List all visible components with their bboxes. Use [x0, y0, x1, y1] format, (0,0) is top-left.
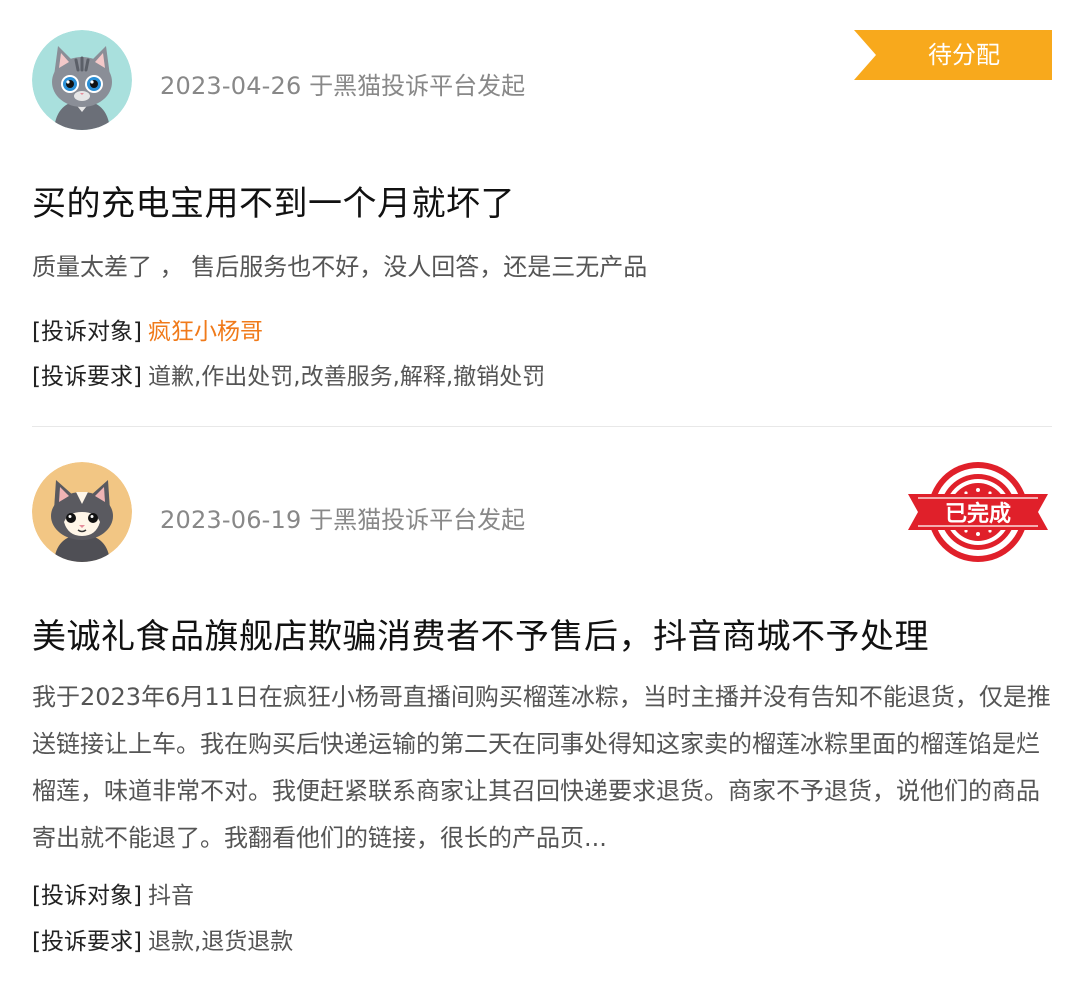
- complaint-description: 我于2023年6月11日在疯狂小杨哥直播间购买榴莲冰粽，当时主播并没有告知不能退…: [32, 683, 1051, 852]
- complaint-source: 于黑猫投诉平台发起: [309, 72, 526, 100]
- card-divider: [32, 426, 1052, 427]
- complaint-title[interactable]: 买的充电宝用不到一个月就坏了: [32, 176, 515, 225]
- complaint-target: [投诉对象] 疯狂小杨哥: [32, 312, 263, 346]
- complaint-card[interactable]: 2023-06-19 于黑猫投诉平台发起 已完成 美诚礼食品旗舰店欺骗消费者不予…: [0, 428, 1080, 982]
- gray-cat-avatar-icon: [32, 30, 132, 130]
- complaint-target-value: 抖音: [147, 883, 194, 909]
- complaint-date: 2023-06-19: [160, 506, 302, 534]
- complaint-demand: [投诉要求] 退款,退货退款: [32, 922, 293, 956]
- user-avatar: [32, 462, 132, 562]
- complaint-target-label: [投诉对象]: [32, 883, 142, 909]
- complaint-source: 于黑猫投诉平台发起: [309, 506, 526, 534]
- status-label: 已完成: [944, 502, 1011, 527]
- complaint-meta: 2023-04-26 于黑猫投诉平台发起: [160, 66, 525, 101]
- complaint-target-link[interactable]: 疯狂小杨哥: [148, 319, 263, 345]
- complaint-demand-value: 退款,退货退款: [147, 929, 294, 955]
- complaint-demand: [投诉要求] 道歉,作出处罚,改善服务,解释,撤销处罚: [32, 357, 545, 391]
- complaint-card[interactable]: 2023-04-26 于黑猫投诉平台发起 待分配 买的充电宝用不到一个月就坏了 …: [0, 0, 1080, 426]
- complaint-description: 质量太差了 ， 售后服务也不好，没人回答，还是三无产品: [32, 253, 648, 281]
- complaint-title[interactable]: 美诚礼食品旗舰店欺骗消费者不予售后，抖音商城不予处理: [32, 609, 929, 658]
- status-label: 待分配: [928, 41, 1000, 69]
- complaint-target-label: [投诉对象]: [32, 319, 142, 345]
- complaint-demand-label: [投诉要求]: [32, 929, 142, 955]
- complaint-target: [投诉对象] 抖音: [32, 876, 194, 910]
- status-badge: 待分配: [854, 30, 1052, 80]
- cream-cat-avatar-icon: [32, 462, 132, 562]
- complaint-demand-label: [投诉要求]: [32, 364, 142, 390]
- user-avatar: [32, 30, 132, 130]
- completed-stamp: 已完成: [904, 460, 1052, 564]
- complaint-date: 2023-04-26: [160, 72, 302, 100]
- complaint-meta: 2023-06-19 于黑猫投诉平台发起: [160, 500, 525, 535]
- complaint-demand-value: 道歉,作出处罚,改善服务,解释,撤销处罚: [147, 364, 546, 390]
